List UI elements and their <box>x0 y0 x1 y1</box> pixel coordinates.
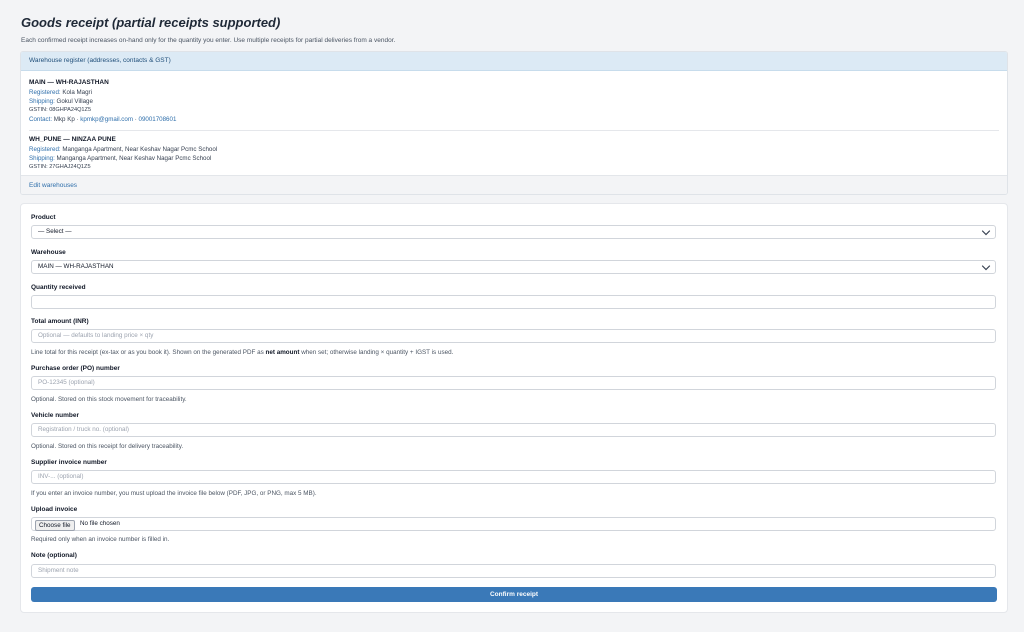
goods-receipt-page: Goods receipt (partial receipts supporte… <box>0 0 1024 632</box>
file-status: No file chosen <box>80 520 120 527</box>
upload-invoice-field: Choose file No file chosen <box>31 517 996 531</box>
warehouse-entry: MAIN — WH-RAJASTHAN Registered: Kola Mag… <box>29 77 999 124</box>
total-amount-input[interactable]: Optional — defaults to landing price × q… <box>31 329 996 343</box>
warehouse-select[interactable]: MAIN — WH-RAJASTHAN <box>31 260 996 274</box>
invoice-number-help: If you enter an invoice number, you must… <box>31 490 317 497</box>
contact-label: Contact: <box>29 116 53 123</box>
contact-email-link[interactable]: kpmkp@gmail.com <box>80 116 133 123</box>
confirm-receipt-button[interactable]: Confirm receipt <box>31 587 997 602</box>
contact-separator: · <box>134 116 137 123</box>
contact-separator: · <box>76 116 79 123</box>
warehouse-register-panel: Warehouse register (addresses, contacts … <box>20 51 1008 195</box>
contact-phone-link[interactable]: 09001708601 <box>139 116 177 123</box>
upload-invoice-help: Required only when an invoice number is … <box>31 536 170 543</box>
chevron-down-icon <box>981 230 991 236</box>
shipping-label: Shipping: <box>29 98 55 105</box>
warehouse-register-header: Warehouse register (addresses, contacts … <box>21 52 1007 71</box>
page-subtitle: Each confirmed receipt increases on-hand… <box>21 37 396 44</box>
warehouse-registered: Registered: Kola Magri <box>29 88 999 97</box>
product-label: Product <box>31 214 56 221</box>
edit-warehouses-link[interactable]: Edit warehouses <box>21 175 1007 194</box>
warehouse-shipping: Shipping: Manganga Apartment, Near Kesha… <box>29 154 999 163</box>
warehouse-name: MAIN — WH-RAJASTHAN <box>29 79 109 86</box>
warehouse-label: Warehouse <box>31 249 66 256</box>
shipping-value: Gokul Village <box>56 98 93 105</box>
upload-invoice-label: Upload invoice <box>31 506 78 513</box>
warehouse-shipping: Shipping: Gokul Village <box>29 97 999 106</box>
product-selected-value: — Select — <box>38 228 72 235</box>
note-label: Note (optional) <box>31 552 77 559</box>
note-input[interactable]: Shipment note <box>31 564 996 578</box>
warehouse-name: WH_PUNE — NINZAA PUNE <box>29 136 116 143</box>
help-text: Line total for this receipt (ex-tax or a… <box>31 349 264 356</box>
warehouse-entry: WH_PUNE — NINZAA PUNE Registered: Mangan… <box>29 130 999 172</box>
registered-value: Manganga Apartment, Near Keshav Nagar Pc… <box>62 146 218 153</box>
registered-label: Registered: <box>29 89 61 96</box>
quantity-label: Quantity received <box>31 284 86 291</box>
po-help: Optional. Stored on this stock movement … <box>31 396 187 403</box>
chevron-down-icon <box>981 265 991 271</box>
po-label: Purchase order (PO) number <box>31 365 120 372</box>
registered-value: Kola Magri <box>62 89 92 96</box>
invoice-number-label: Supplier invoice number <box>31 459 107 466</box>
warehouse-register-list[interactable]: MAIN — WH-RAJASTHAN Registered: Kola Mag… <box>21 71 1007 175</box>
total-amount-label: Total amount (INR) <box>31 318 89 325</box>
product-select[interactable]: — Select — <box>31 225 996 239</box>
shipping-value: Manganga Apartment, Near Keshav Nagar Pc… <box>56 155 212 162</box>
contact-name: Mkp Kp <box>53 116 75 123</box>
shipping-label: Shipping: <box>29 155 55 162</box>
vehicle-input[interactable]: Registration / truck no. (optional) <box>31 423 996 437</box>
po-input[interactable]: PO-12345 (optional) <box>31 376 996 390</box>
goods-receipt-form: Product — Select — Warehouse MAIN — WH-R… <box>20 203 1008 613</box>
warehouse-selected-value: MAIN — WH-RAJASTHAN <box>38 263 114 270</box>
vehicle-help: Optional. Stored on this receipt for del… <box>31 443 184 450</box>
choose-file-button[interactable]: Choose file <box>35 520 75 531</box>
registered-label: Registered: <box>29 146 61 153</box>
invoice-number-input[interactable]: INV-... (optional) <box>31 470 996 484</box>
warehouse-gstin: GSTIN: 08GHPA24Q1Z5 <box>29 107 92 113</box>
help-text: when set; otherwise landing × quantity +… <box>301 349 454 356</box>
warehouse-contact: Contact: Mkp Kp · kpmkp@gmail.com · 0900… <box>29 115 999 124</box>
total-amount-help: Line total for this receipt (ex-tax or a… <box>31 349 453 356</box>
quantity-input[interactable] <box>31 295 996 309</box>
warehouse-registered: Registered: Manganga Apartment, Near Kes… <box>29 145 999 154</box>
help-emphasis: net amount <box>265 349 300 356</box>
vehicle-label: Vehicle number <box>31 412 80 419</box>
page-title: Goods receipt (partial receipts supporte… <box>21 15 281 30</box>
warehouse-gstin: GSTIN: 27GHAJ24Q1Z5 <box>29 164 91 170</box>
